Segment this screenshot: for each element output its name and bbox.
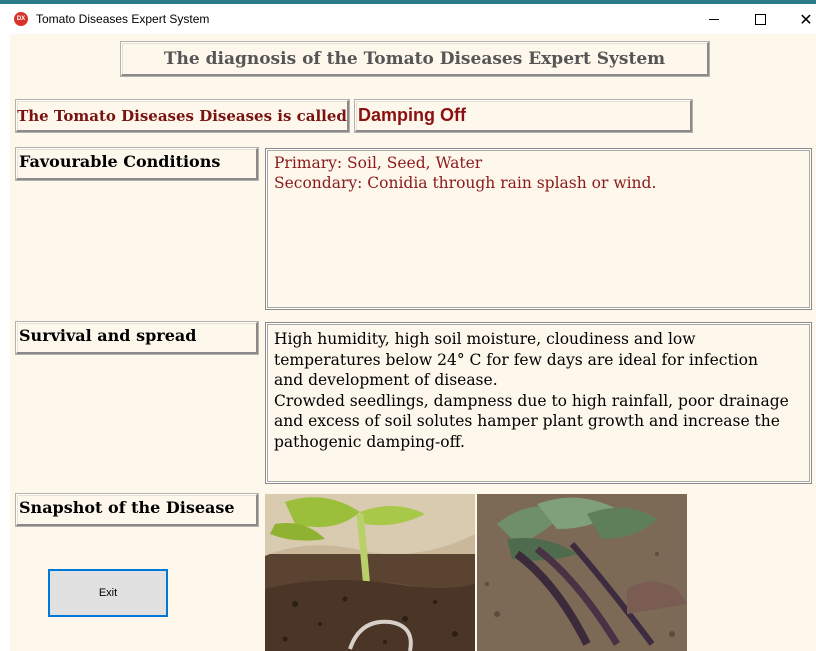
- text-line: and development of disease.: [274, 371, 498, 389]
- exit-button[interactable]: Exit: [48, 569, 168, 617]
- maximize-button[interactable]: [740, 8, 780, 30]
- app-icon: DX: [14, 12, 28, 26]
- disease-name-value: Damping Off: [355, 100, 692, 132]
- window-title: Tomato Diseases Expert System: [36, 12, 210, 26]
- survival-spread-textbox[interactable]: High humidity, high soil moisture, cloud…: [265, 322, 812, 484]
- text-line: and excess of soil solutes hamper plant …: [274, 412, 780, 430]
- text-line: pathogenic damping-off.: [274, 432, 465, 451]
- page-title: The diagnosis of the Tomato Diseases Exp…: [121, 42, 709, 76]
- favourable-conditions-textbox[interactable]: Primary: Soil, Seed, Water Secondary: Co…: [265, 148, 812, 310]
- text-line: Crowded seedlings, dampness due to high …: [274, 391, 789, 410]
- disease-photo-seedling: [265, 494, 475, 651]
- title-bar: DX Tomato Diseases Expert System ✕: [0, 4, 816, 34]
- text-line: High humidity, high soil moisture, cloud…: [274, 330, 696, 348]
- minimize-button[interactable]: [694, 8, 734, 30]
- text-line: Primary: Soil, Seed, Water: [274, 154, 483, 172]
- favourable-conditions-label: Favourable Conditions: [16, 148, 258, 180]
- disease-name-label: The Tomato Diseases Diseases is called: [16, 100, 349, 132]
- survival-spread-label: Survival and spread: [16, 322, 258, 354]
- close-button[interactable]: ✕: [786, 8, 816, 30]
- snapshot-label: Snapshot of the Disease: [16, 494, 258, 526]
- text-line: temperatures below 24° C for few days ar…: [274, 350, 758, 369]
- close-icon: ✕: [799, 9, 813, 29]
- maximize-icon: [754, 13, 766, 25]
- form-client-area: The diagnosis of the Tomato Diseases Exp…: [10, 34, 816, 651]
- minimize-icon: [709, 18, 719, 20]
- text-line: Secondary: Conidia through rain splash o…: [274, 174, 657, 192]
- disease-photo-infected-seedlings: [477, 494, 687, 651]
